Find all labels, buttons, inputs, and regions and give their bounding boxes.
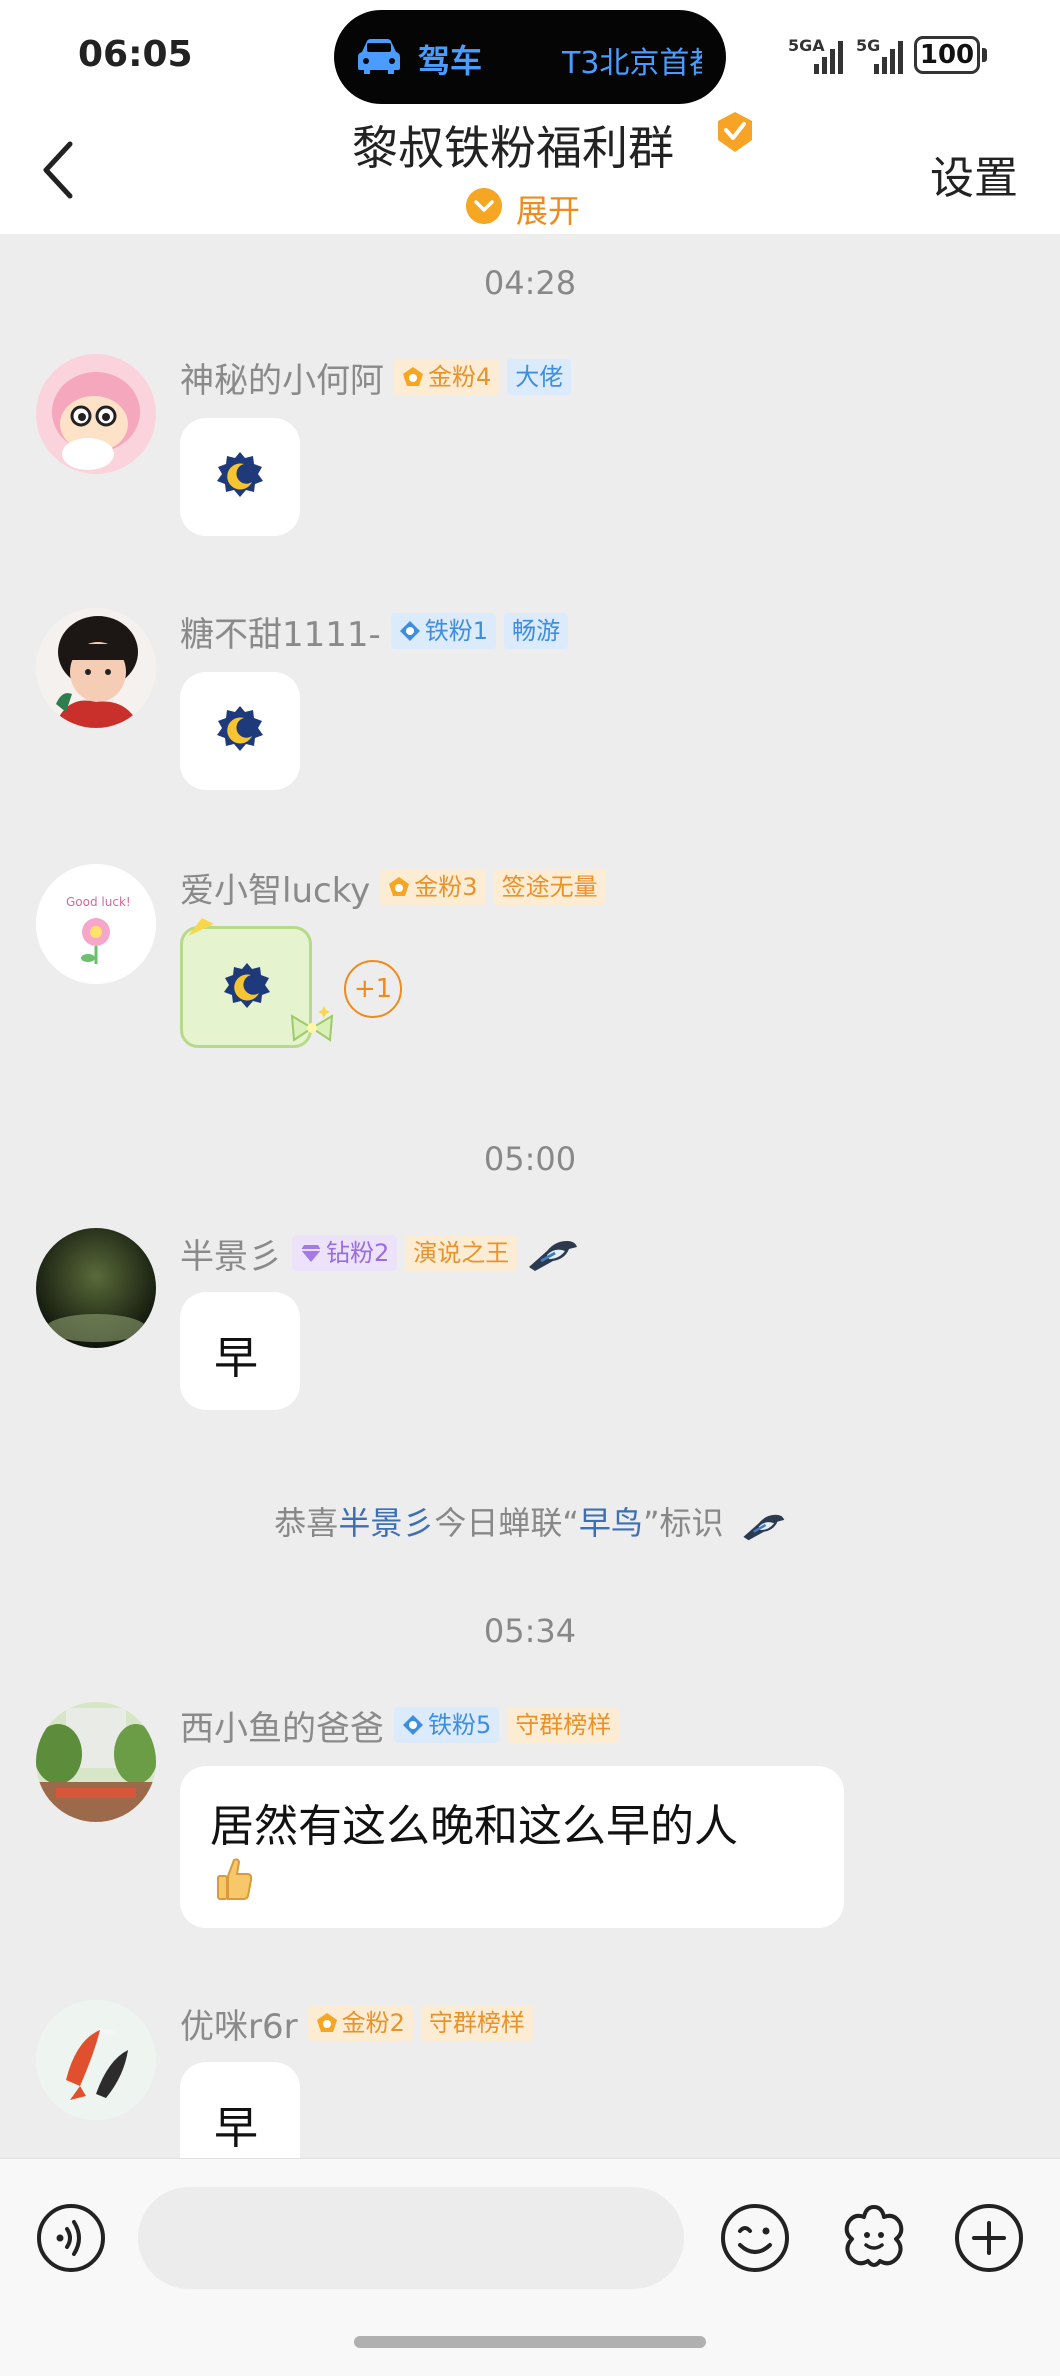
message-bubble[interactable]: 早 [180,1292,300,1410]
system-notice: 恭喜半景彡今日蝉联“早鸟”标识 [0,1498,1060,1544]
moon-sticker-icon [224,963,270,1008]
back-arrow-icon[interactable] [40,140,76,200]
thumbs-up-icon [217,1858,253,1900]
time-separator: 05:00 [483,1140,577,1178]
message-bubble[interactable] [180,672,300,790]
level-badge: 铁粉5 [394,1707,500,1743]
emoji-icon[interactable] [720,2203,790,2273]
bow-decoration-icon [290,1006,334,1042]
svg-text:Good luck!: Good luck! [66,895,131,909]
level-badge: 铁粉1 [390,613,497,649]
message-bubble[interactable]: 居然有这么晚和这么早的人 [180,1766,844,1928]
message-text: 早 [214,1333,258,1384]
level-badge: 金粉2 [307,2005,413,2041]
avatar[interactable] [36,2000,156,2120]
island-drive-label: 驾车 [418,42,483,80]
sender-name[interactable]: 西小鱼的爸爸 [180,1701,384,1750]
time-separator: 05:34 [483,1612,577,1650]
magpie-icon [529,1241,578,1271]
message-header: 爱小智lucky 金粉3 签途无量 [180,866,614,911]
avatar[interactable] [36,354,156,474]
tag-badge: 守群榜样 [507,1707,620,1743]
verified-badge-icon [718,112,752,152]
plus-one-button[interactable]: +1 [344,960,402,1018]
diamond-fan-icon [301,1245,321,1262]
battery-tip [982,48,987,62]
avatar[interactable]: Good luck! [36,864,156,984]
message-header: 优咪r6r 金粉2 守群榜样 [180,2002,541,2047]
tag-badge: 大佬 [507,359,572,395]
message-text: 居然有这么晚和这么早的人 [210,1801,738,1852]
moon-sticker-icon [217,706,263,751]
expand-label: 展开 [516,192,581,230]
settings-button[interactable]: 设置 [930,142,1018,206]
tag-badge: 签途无量 [493,869,606,905]
magpie-icon [743,1514,784,1541]
message-header: 糖不甜1111- 铁粉1 畅游 [180,610,576,655]
voice-icon[interactable] [36,2203,106,2273]
message-text: 早 [214,2103,258,2154]
gold-fan-icon [389,877,410,896]
status-bar: 06:05 驾车 T3北京首都 5GA 5G 100 [0,0,1060,110]
time-separator: 04:28 [483,264,577,302]
plus-icon[interactable] [954,2203,1024,2273]
dynamic-island[interactable]: 驾车 T3北京首都 [334,10,726,104]
sender-name[interactable]: 优咪r6r [180,1999,298,2048]
home-indicator[interactable] [354,2336,706,2348]
sticker-icon[interactable] [838,2201,910,2273]
signal-bars-icon [874,41,903,74]
system-notice-title[interactable]: 早鸟 [579,1504,643,1542]
sender-name[interactable]: 神秘的小何阿 [180,353,384,402]
sender-name[interactable]: 爱小智lucky [180,863,370,912]
avatar[interactable] [36,1702,156,1822]
signal-bars-icon [814,41,843,74]
status-time: 06:05 [78,34,193,75]
car-icon [358,39,400,74]
tag-badge: 演说之王 [405,1235,518,1271]
tag-badge: 畅游 [504,613,569,649]
sender-name[interactable]: 糖不甜1111- [180,607,381,656]
moon-sticker-icon [217,452,263,497]
battery-indicator: 100 [914,36,980,74]
gold-fan-icon [403,367,423,386]
chat-header: 黎叔铁粉福利群 展开 设置 [0,110,1060,234]
chevron-down-icon [466,188,502,224]
sender-name[interactable]: 半景彡 [180,1229,282,1278]
message-header: 神秘的小何阿 金粉4 大佬 [180,356,579,401]
island-ride-label: T3北京首都 [562,46,702,81]
group-title: 黎叔铁粉福利群 [352,121,674,175]
tag-badge: 守群榜样 [420,2005,533,2041]
level-badge: 金粉3 [380,869,486,905]
message-input[interactable] [138,2187,684,2289]
avatar[interactable] [36,1228,156,1348]
iron-fan-icon [399,621,420,641]
gold-fan-icon [316,2013,337,2032]
message-header: 半景彡 钻粉2 演说之王 [180,1232,579,1277]
level-badge: 金粉4 [394,359,500,395]
system-notice-user[interactable]: 半景彡 [338,1504,434,1542]
message-header: 西小鱼的爸爸 铁粉5 守群榜样 [180,1704,627,1749]
iron-fan-icon [403,1715,423,1735]
level-badge: 钻粉2 [292,1235,398,1271]
message-bubble[interactable] [180,418,300,536]
sparkle-icon [188,918,214,936]
avatar[interactable] [36,608,156,728]
